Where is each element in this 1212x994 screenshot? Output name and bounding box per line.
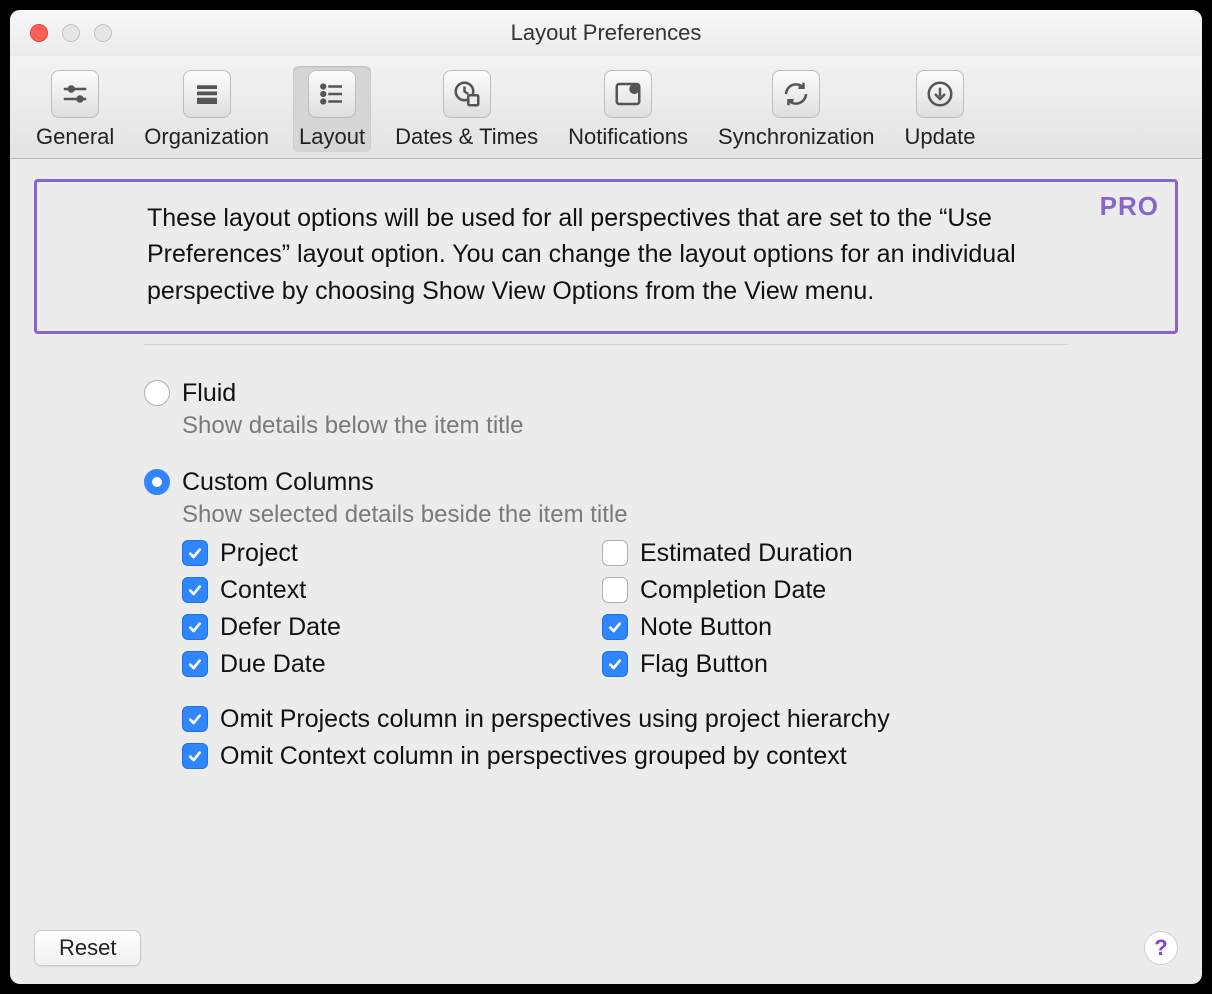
checkbox-omit-1-row[interactable]: Omit Context column in perspectives grou… (182, 742, 1178, 771)
pro-badge: PRO (1100, 188, 1159, 226)
checkbox-project-row[interactable]: Project (182, 539, 542, 568)
checkbox-completion-date-row[interactable]: Completion Date (602, 576, 962, 605)
window-title: Layout Preferences (10, 20, 1202, 46)
footer: Reset ? (34, 918, 1178, 966)
info-text: These layout options will be used for al… (147, 200, 1065, 309)
tab-notifications[interactable]: Notifications (562, 66, 694, 152)
checkbox-completion-date-label: Completion Date (640, 576, 826, 605)
radio-fluid-desc: Show details below the item title (182, 412, 1178, 440)
radio-custom-columns[interactable] (144, 469, 170, 495)
checkbox-omit-0-label: Omit Projects column in perspectives usi… (220, 705, 890, 734)
checkbox-context-label: Context (220, 576, 306, 605)
tab-label: General (36, 124, 114, 150)
checkbox-context-row[interactable]: Context (182, 576, 542, 605)
checkbox-estimated-duration-checkbox[interactable] (602, 540, 628, 566)
checkbox-defer-date-row[interactable]: Defer Date (182, 613, 542, 642)
column-right: Estimated Duration Completion Date Note Bu… (602, 539, 962, 679)
tab-layout[interactable]: Layout (293, 66, 371, 152)
list-icon (308, 70, 356, 118)
tab-synchronization[interactable]: Synchronization (712, 66, 881, 152)
tab-dates-times[interactable]: Dates & Times (389, 66, 544, 152)
help-button[interactable]: ? (1144, 931, 1178, 965)
info-callout: PRO These layout options will be used fo… (34, 179, 1178, 334)
tab-label: Update (905, 124, 976, 150)
download-icon (916, 70, 964, 118)
clock-calendar-icon (443, 70, 491, 118)
tab-organization[interactable]: Organization (138, 66, 275, 152)
checkbox-project-label: Project (220, 539, 298, 568)
sliders-icon (51, 70, 99, 118)
checkbox-omit-1-checkbox[interactable] (182, 743, 208, 769)
radio-fluid-row[interactable]: Fluid (144, 379, 1178, 408)
checkbox-omit-0-checkbox[interactable] (182, 706, 208, 732)
tab-label: Layout (299, 124, 365, 150)
separator (144, 344, 1068, 345)
checkbox-due-date-label: Due Date (220, 650, 326, 679)
radio-fluid[interactable] (144, 380, 170, 406)
tab-general[interactable]: General (30, 66, 120, 152)
preferences-toolbar: General Organization Layout Dates & Time… (10, 56, 1202, 159)
notification-icon (604, 70, 652, 118)
content-area: PRO These layout options will be used fo… (10, 159, 1202, 984)
checkbox-due-date-row[interactable]: Due Date (182, 650, 542, 679)
checkbox-defer-date-checkbox[interactable] (182, 614, 208, 640)
tab-update[interactable]: Update (899, 66, 982, 152)
checkbox-note-button-row[interactable]: Note Button (602, 613, 962, 642)
stack-icon (183, 70, 231, 118)
column-left: Project Context Defer Date Due Date (182, 539, 542, 679)
checkbox-note-button-checkbox[interactable] (602, 614, 628, 640)
checkbox-project-checkbox[interactable] (182, 540, 208, 566)
tab-label: Notifications (568, 124, 688, 150)
radio-custom-label: Custom Columns (182, 468, 374, 497)
radio-fluid-label: Fluid (182, 379, 236, 408)
checkbox-defer-date-label: Defer Date (220, 613, 341, 642)
checkbox-flag-button-row[interactable]: Flag Button (602, 650, 962, 679)
radio-custom-desc: Show selected details beside the item ti… (182, 501, 1178, 529)
checkbox-note-button-label: Note Button (640, 613, 772, 642)
checkbox-estimated-duration-label: Estimated Duration (640, 539, 853, 568)
sync-icon (772, 70, 820, 118)
omit-options: Omit Projects column in perspectives usi… (182, 705, 1178, 771)
column-checkboxes: Project Context Defer Date Due Date Estimat… (182, 539, 1178, 679)
checkbox-omit-1-label: Omit Context column in perspectives grou… (220, 742, 847, 771)
layout-options: Fluid Show details below the item title … (34, 379, 1178, 771)
tab-label: Synchronization (718, 124, 875, 150)
checkbox-omit-0-row[interactable]: Omit Projects column in perspectives usi… (182, 705, 1178, 734)
checkbox-due-date-checkbox[interactable] (182, 651, 208, 677)
reset-button[interactable]: Reset (34, 930, 141, 966)
titlebar: Layout Preferences (10, 10, 1202, 56)
tab-label: Dates & Times (395, 124, 538, 150)
checkbox-context-checkbox[interactable] (182, 577, 208, 603)
checkbox-flag-button-checkbox[interactable] (602, 651, 628, 677)
checkbox-flag-button-label: Flag Button (640, 650, 768, 679)
radio-custom-row[interactable]: Custom Columns (144, 468, 1178, 497)
tab-label: Organization (144, 124, 269, 150)
checkbox-estimated-duration-row[interactable]: Estimated Duration (602, 539, 962, 568)
checkbox-completion-date-checkbox[interactable] (602, 577, 628, 603)
preferences-window: Layout Preferences General Organization … (10, 10, 1202, 984)
